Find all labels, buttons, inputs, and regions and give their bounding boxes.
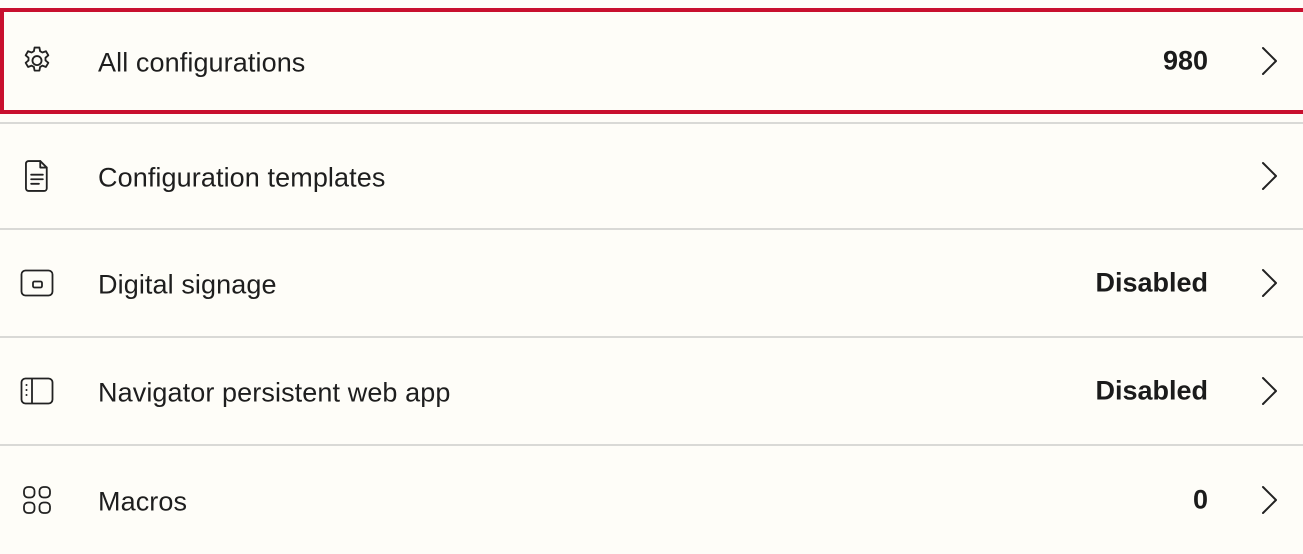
configurations-count: 980 <box>1162 45 1208 76</box>
list-item-label: Configuration templates <box>98 162 386 193</box>
list-item-navigator-persistent-web-app[interactable]: Navigator persistent web app Disabled <box>0 338 1303 446</box>
list-item-label: Navigator persistent web app <box>98 377 451 408</box>
chevron-right-icon <box>1257 374 1281 408</box>
chevron-right-icon <box>1257 44 1281 78</box>
navigator-status: Disabled <box>1095 375 1208 406</box>
list-item-label: Macros <box>98 486 188 517</box>
digital-signage-status: Disabled <box>1095 267 1208 298</box>
list-item-macros[interactable]: Macros 0 <box>0 446 1303 554</box>
display-icon <box>20 266 54 300</box>
grid-icon <box>20 483 54 517</box>
macros-count: 0 <box>1192 484 1208 515</box>
list-item-label: Digital signage <box>98 269 277 300</box>
sidebar-panel-icon <box>20 374 54 408</box>
document-icon <box>20 159 54 193</box>
list-item-configuration-templates[interactable]: Configuration templates <box>0 122 1303 230</box>
list-item-digital-signage[interactable]: Digital signage Disabled <box>0 230 1303 338</box>
list-item-all-configurations[interactable]: All configurations 980 <box>0 8 1303 114</box>
chevron-right-icon <box>1257 159 1281 193</box>
gear-icon <box>20 44 54 78</box>
settings-list: All configurations 980 Configuration tem… <box>0 0 1303 554</box>
list-item-label: All configurations <box>98 47 306 78</box>
chevron-right-icon <box>1257 266 1281 300</box>
chevron-right-icon <box>1257 483 1281 517</box>
